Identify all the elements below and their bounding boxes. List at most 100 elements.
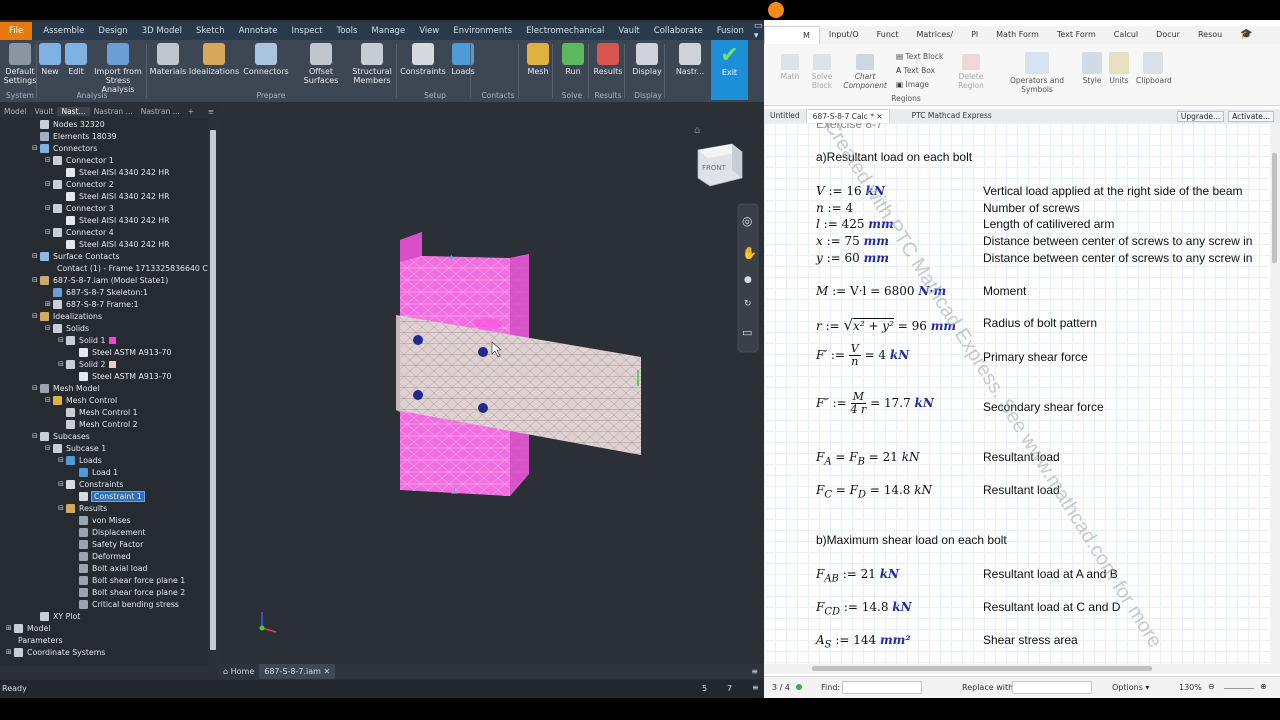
tree-item[interactable]: ⊞ Model — [6, 622, 50, 634]
ribbon-nastr--button[interactable]: Nastr... — [673, 43, 707, 91]
expand-toggle-icon[interactable]: ⊞ — [6, 648, 14, 656]
browser-tab[interactable]: Nast... — [57, 106, 90, 116]
tree-item[interactable]: ⊟ Mesh Control — [45, 394, 117, 406]
tree-item[interactable]: Load 1 — [71, 466, 118, 478]
tab-view[interactable]: View — [412, 22, 446, 40]
tree-item[interactable]: ⊟ Idealizations — [32, 310, 102, 322]
zoom-slider[interactable] — [1224, 688, 1254, 689]
math-region[interactable]: n := 4 — [816, 201, 853, 215]
worksheet-horizontal-scrollbar[interactable] — [764, 664, 1280, 674]
text-box-button[interactable]: A Text Box — [896, 66, 935, 75]
ribbon-import-from-stress-analysis-button[interactable]: Import from Stress Analysis — [92, 43, 144, 94]
find-input[interactable] — [842, 681, 922, 694]
tree-item[interactable]: ⊟ Solid 2 — [58, 358, 117, 370]
tab-list-icon[interactable]: ≡ — [751, 667, 764, 676]
tree-item[interactable]: Critical bending stress — [71, 598, 179, 610]
options-dropdown[interactable]: Options ▾ — [1112, 683, 1149, 692]
ribbon-offset-surfaces-button[interactable]: Offset Surfaces — [294, 43, 348, 91]
math-region-primary-shear[interactable]: F′ := Vn = 4 kN — [816, 343, 909, 368]
ribbon-mesh-button[interactable]: Mesh — [524, 43, 552, 91]
tree-item[interactable]: Mesh Control 2 — [58, 418, 138, 430]
tab-inspect[interactable]: Inspect — [285, 22, 330, 40]
mathcad-tab[interactable]: Docur — [1147, 26, 1189, 44]
math-region-resultant-ab[interactable]: FA = FB = 21 kN — [816, 450, 920, 467]
tree-item[interactable]: Steel AISI 4340 242 HR — [58, 166, 170, 178]
browser-tab[interactable]: Nastran ... — [137, 107, 184, 116]
activate-button[interactable]: Activate... — [1228, 110, 1274, 122]
tab-sketch[interactable]: Sketch — [189, 22, 232, 40]
tree-item[interactable]: ⊟ Surface Contacts — [32, 250, 120, 262]
tree-item[interactable]: Steel AISI 4340 242 HR — [58, 238, 170, 250]
expand-toggle-icon[interactable]: ⊟ — [32, 276, 40, 284]
document-tab[interactable]: PTC Mathcad Express — [906, 109, 998, 123]
ribbon-idealizations-button[interactable]: Idealizations — [189, 43, 239, 91]
tree-item[interactable]: Bolt shear force plane 2 — [71, 586, 185, 598]
tree-item[interactable]: XY Plot — [32, 610, 80, 622]
zoom-in-icon[interactable]: ⊕ — [1260, 682, 1267, 691]
expand-toggle-icon[interactable]: ⊟ — [45, 204, 53, 212]
expand-toggle-icon[interactable]: ⊟ — [45, 228, 53, 236]
ribbon-materials-button[interactable]: Materials — [150, 43, 186, 91]
mathcad-tab[interactable]: Text Form — [1048, 26, 1105, 44]
delete-region-button[interactable]: Delete Region — [956, 54, 986, 90]
tree-item[interactable]: ⊟ 687-S-8-7.iam (Model State1) — [32, 274, 168, 286]
mathcad-tab[interactable]: Pl — [962, 26, 987, 44]
tree-item[interactable]: Nodes 32320 — [32, 118, 105, 130]
ribbon-new-button[interactable]: New — [38, 43, 62, 91]
tree-item[interactable]: Steel ASTM A913-70 — [71, 346, 171, 358]
tree-item[interactable]: ⊟ Loads — [58, 454, 102, 466]
ribbon-default-settings-button[interactable]: Default Settings — [4, 43, 36, 91]
tree-item[interactable]: von Mises — [71, 514, 131, 526]
chart-component-button[interactable]: Chart Component — [842, 54, 888, 90]
tree-item[interactable]: ⊟ Connector 1 — [45, 154, 114, 166]
ribbon-loads-button[interactable]: Loads — [450, 43, 476, 91]
tab-annotate[interactable]: Annotate — [232, 22, 285, 40]
tab-manage[interactable]: Manage — [364, 22, 412, 40]
bolt-b[interactable] — [478, 347, 488, 357]
math-region[interactable]: x := 75 mm — [816, 234, 889, 248]
tree-item[interactable]: Parameters — [6, 634, 63, 646]
tree-item[interactable]: ⊞ Coordinate Systems — [6, 646, 105, 658]
upgrade-button[interactable]: Upgrade... — [1176, 110, 1225, 122]
image-button[interactable]: ▣ Image — [896, 80, 929, 89]
document-tab[interactable]: 687-S-8-7.iam ✕ — [259, 664, 336, 679]
tree-item[interactable]: ⊟ Connector 2 — [45, 178, 114, 190]
ribbon-constraints-button[interactable]: Constraints — [400, 43, 446, 91]
ribbon-results-button[interactable]: Results — [592, 43, 624, 91]
browser-tab[interactable]: Vault — [31, 107, 58, 116]
expand-toggle-icon[interactable]: ⊟ — [45, 396, 53, 404]
mathcad-worksheet[interactable]: Exercise 8-7 a)Resultant load on each bo… — [764, 123, 1270, 664]
bolt-c[interactable] — [413, 390, 423, 400]
mathcad-tab[interactable]: Matrices/ — [907, 26, 962, 44]
tab-electromechanical[interactable]: Electromechanical — [519, 22, 611, 40]
tab-fusion[interactable]: Fusion — [710, 22, 751, 40]
home-tab[interactable]: ⌂ Home — [218, 664, 259, 679]
home-view-icon[interactable]: ⌂ — [694, 125, 700, 136]
solve-block-button[interactable]: Solve Block — [808, 54, 836, 90]
math-region-secondary-shear[interactable]: F″ := M4 r = 17.7 kN — [816, 391, 934, 416]
tree-horizontal-scrollbar[interactable] — [0, 666, 218, 678]
tree-item[interactable]: ⊟ Subcase 1 — [45, 442, 106, 454]
tree-item[interactable]: ⊟ Subcases — [32, 430, 90, 442]
style-button[interactable]: Style — [1080, 52, 1104, 85]
tree-item[interactable]: ⊞ 687-S-8-7 Frame:1 — [45, 298, 139, 310]
mathcad-tab[interactable]: M — [764, 26, 820, 44]
tree-item[interactable]: ⊟ Connector 3 — [45, 202, 114, 214]
pan-icon[interactable]: ✋ — [742, 246, 757, 260]
zoom-out-icon[interactable]: ⊖ — [1208, 682, 1215, 691]
navigation-bar[interactable]: ◎ ✋ ● ↻ ▭ — [737, 203, 759, 353]
tree-item[interactable]: Bolt axial load — [71, 562, 147, 574]
tree-item[interactable]: ⊟ Connector 4 — [45, 226, 114, 238]
math-region[interactable]: y := 60 mm — [816, 251, 889, 265]
math-region[interactable]: V := 16 kN — [816, 184, 885, 198]
status-menu-icon[interactable]: ≡ — [752, 683, 759, 692]
tree-item[interactable]: Steel AISI 4340 242 HR — [58, 190, 170, 202]
tab-environments[interactable]: Environments — [446, 22, 519, 40]
graduation-cap-icon[interactable]: 🎓 — [1231, 26, 1261, 44]
browser-menu-icon[interactable]: ≡ — [204, 107, 218, 116]
tree-item[interactable]: ⊟ Mesh Model — [32, 382, 99, 394]
expand-toggle-icon[interactable]: ⊟ — [58, 504, 66, 512]
units-button[interactable]: Units — [1107, 52, 1131, 85]
math-region[interactable]: AS := 144 mm² — [816, 633, 911, 650]
tree-item[interactable]: Displacement — [71, 526, 146, 538]
